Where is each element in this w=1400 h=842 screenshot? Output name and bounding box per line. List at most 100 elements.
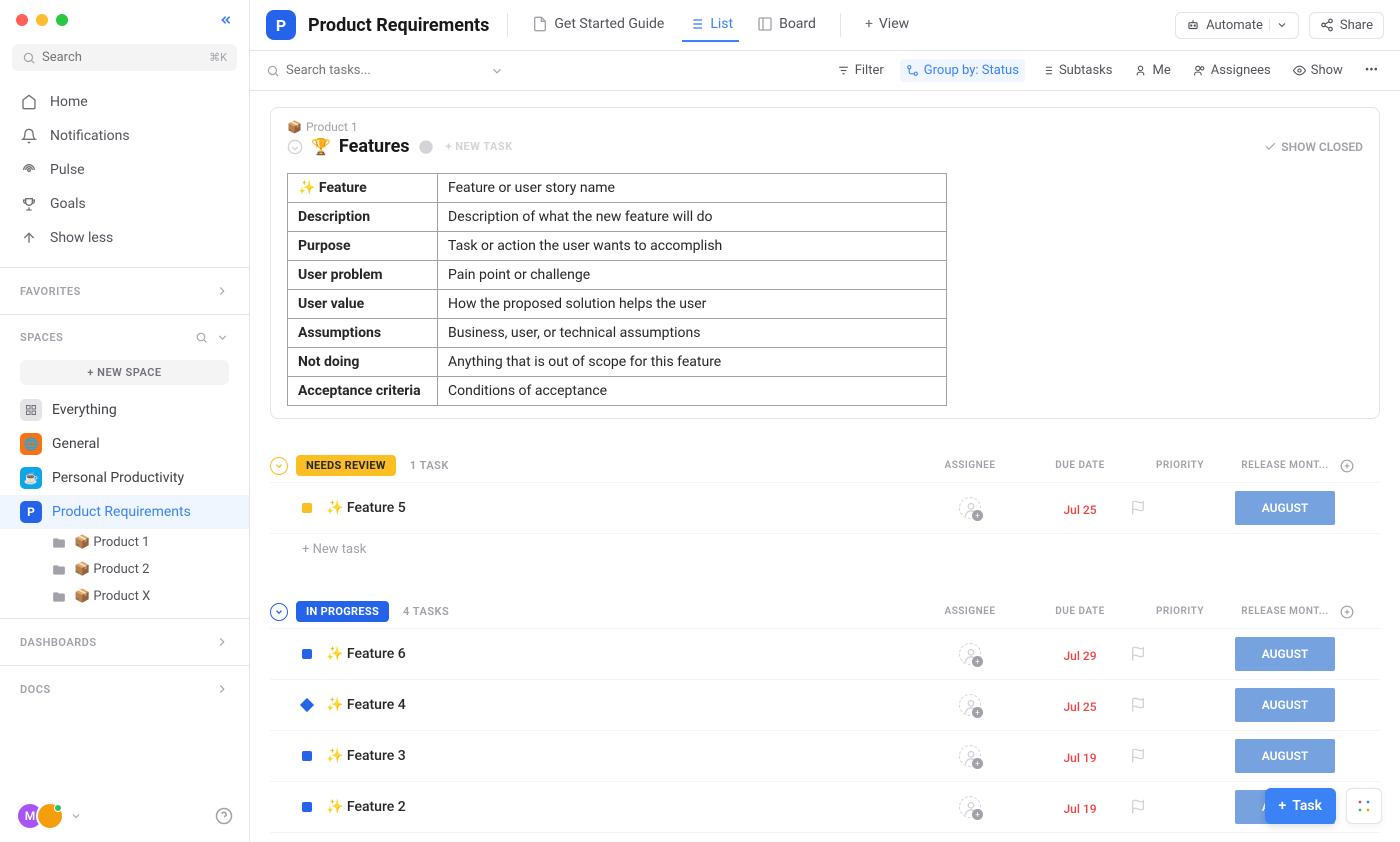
status-pill[interactable]: IN PROGRESS [296, 601, 389, 622]
spaces-header[interactable]: SPACES [0, 323, 249, 352]
space-personal-productivity[interactable]: ☕ Personal Productivity [0, 461, 249, 495]
favorites-header[interactable]: FAVORITES [0, 276, 249, 306]
tab-board[interactable]: Board [751, 8, 822, 42]
minimize-window[interactable] [36, 14, 48, 26]
automate-button[interactable]: Automate [1175, 12, 1299, 39]
me-button[interactable]: Me [1128, 59, 1176, 82]
tab-get-started[interactable]: Get Started Guide [526, 8, 670, 42]
task-search-input[interactable] [286, 63, 386, 78]
add-column-button[interactable] [1340, 605, 1380, 619]
search-spaces-icon[interactable] [195, 331, 208, 344]
assignee-cell[interactable]: + [910, 745, 1030, 767]
collapse-group-icon[interactable] [270, 603, 288, 621]
add-task-row[interactable]: + New task [270, 533, 1380, 565]
help-icon[interactable] [215, 807, 233, 825]
info-icon[interactable] [418, 139, 434, 155]
assignee-cell[interactable]: + [910, 694, 1030, 716]
nav-notifications[interactable]: Notifications [8, 119, 241, 153]
release-cell[interactable]: AUGUST [1230, 637, 1340, 671]
nav-home[interactable]: Home [8, 85, 241, 119]
assignee-placeholder-icon[interactable]: + [959, 694, 981, 716]
search-dropdown-icon[interactable] [490, 64, 504, 78]
task-row[interactable]: ✨ Feature 4 + Jul 25 AUGUST [270, 679, 1380, 730]
status-indicator[interactable] [300, 698, 314, 712]
task-search[interactable] [266, 63, 386, 78]
filter-button[interactable]: Filter [831, 59, 890, 82]
assignees-button[interactable]: Assignees [1187, 59, 1277, 82]
close-window[interactable] [16, 14, 28, 26]
space-general[interactable]: 🌐 General [0, 427, 249, 461]
search-shortcut: ⌘K [209, 51, 227, 64]
priority-cell[interactable] [1130, 500, 1230, 516]
chevron-down-icon[interactable] [70, 810, 82, 822]
priority-cell[interactable] [1130, 646, 1230, 662]
due-date-cell[interactable]: Jul 25 [1030, 499, 1130, 518]
nav-pulse[interactable]: Pulse [8, 153, 241, 187]
collapse-group-icon[interactable] [270, 457, 288, 475]
add-task-row[interactable]: + New task [270, 832, 1380, 842]
new-space-button[interactable]: + NEW SPACE [20, 360, 229, 385]
release-cell[interactable]: AUGUST [1230, 688, 1340, 722]
subtasks-button[interactable]: Subtasks [1035, 59, 1119, 82]
tab-list[interactable]: List [682, 8, 739, 42]
folder-product-2[interactable]: 📦 Product 2 [0, 556, 249, 583]
assignee-placeholder-icon[interactable]: + [959, 497, 981, 519]
chevron-down-icon[interactable] [216, 331, 229, 344]
status-indicator[interactable] [302, 802, 312, 812]
new-task-fab[interactable]: + Task [1265, 788, 1336, 824]
nav-goals[interactable]: Goals [8, 187, 241, 221]
status-indicator[interactable] [302, 751, 312, 761]
due-date-cell[interactable]: Jul 19 [1030, 798, 1130, 817]
priority-cell[interactable] [1130, 748, 1230, 764]
task-row[interactable]: ✨ Feature 3 + Jul 19 AUGUST [270, 730, 1380, 781]
status-pill[interactable]: NEEDS REVIEW [296, 455, 396, 476]
sidebar-search-input[interactable] [42, 50, 209, 65]
maximize-window[interactable] [56, 14, 68, 26]
due-date-cell[interactable]: Jul 25 [1030, 696, 1130, 715]
breadcrumb[interactable]: 📦 Product 1 [287, 120, 1363, 134]
dashboards-header[interactable]: DASHBOARDS [0, 627, 249, 657]
user-avatars[interactable]: M [16, 802, 56, 830]
show-closed-button[interactable]: SHOW CLOSED [1264, 140, 1363, 154]
new-task-header-button[interactable]: + NEW TASK [446, 140, 513, 153]
apps-fab[interactable] [1346, 788, 1382, 824]
more-button[interactable]: ••• [1359, 59, 1384, 82]
assignee-placeholder-icon[interactable]: + [959, 643, 981, 665]
group-by-button[interactable]: Group by: Status [900, 59, 1025, 82]
nav-show-less[interactable]: Show less [8, 221, 241, 255]
assignee-cell[interactable]: + [910, 796, 1030, 818]
space-product-requirements[interactable]: P Product Requirements [0, 495, 249, 529]
folder-product-x[interactable]: 📦 Product X [0, 583, 249, 610]
space-everything[interactable]: Everything [0, 393, 249, 427]
avatar-user[interactable] [36, 802, 64, 830]
primary-nav: Home Notifications Pulse Goals Show less [0, 81, 249, 259]
collapse-list-icon[interactable] [287, 139, 303, 155]
add-column-button[interactable] [1340, 459, 1380, 473]
status-indicator[interactable] [302, 503, 312, 513]
release-cell[interactable]: AUGUST [1230, 739, 1340, 773]
assignee-cell[interactable]: + [910, 643, 1030, 665]
assignee-placeholder-icon[interactable]: + [959, 745, 981, 767]
task-row[interactable]: ✨ Feature 2 + Jul 19 AUGUST [270, 781, 1380, 832]
folder-product-1[interactable]: 📦 Product 1 [0, 529, 249, 556]
assignee-cell[interactable]: + [910, 497, 1030, 519]
due-date-cell[interactable]: Jul 29 [1030, 645, 1130, 664]
assignee-placeholder-icon[interactable]: + [959, 796, 981, 818]
priority-cell[interactable] [1130, 799, 1230, 815]
release-cell[interactable]: AUGUST [1230, 491, 1340, 525]
status-indicator[interactable] [302, 649, 312, 659]
space-badge[interactable]: P [266, 10, 296, 40]
table-value: Description of what the new feature will… [438, 203, 947, 232]
task-row[interactable]: ✨ Feature 6 + Jul 29 AUGUST [270, 628, 1380, 679]
due-date-cell[interactable]: Jul 19 [1030, 747, 1130, 766]
person-icon [1134, 64, 1147, 77]
collapse-sidebar-icon[interactable] [217, 12, 233, 28]
docs-header[interactable]: DOCS [0, 674, 249, 704]
col-release: RELEASE MONT... [1230, 606, 1340, 617]
priority-cell[interactable] [1130, 697, 1230, 713]
sidebar-search[interactable]: ⌘K [12, 44, 237, 71]
show-button[interactable]: Show [1287, 59, 1349, 82]
task-row[interactable]: ✨ Feature 5 + Jul 25 AUGUST [270, 482, 1380, 533]
share-button[interactable]: Share [1309, 12, 1384, 39]
add-view[interactable]: + View [859, 8, 915, 42]
